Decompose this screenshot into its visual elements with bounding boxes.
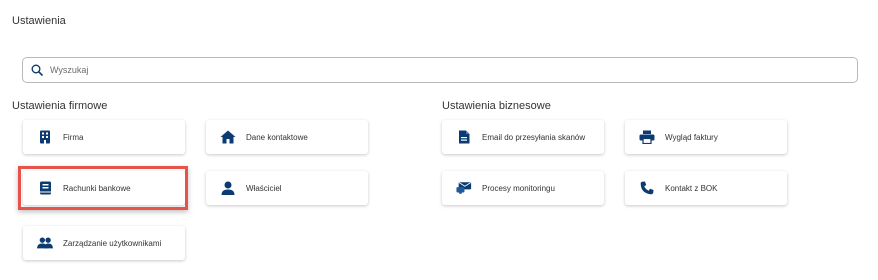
building-icon [37,129,53,145]
mail-monitor-icon [456,180,472,196]
page-title: Ustawienia [12,15,66,27]
phone-icon [639,180,655,196]
card-label: Procesy monitoringu [482,183,555,193]
card-procesy-monitoringu[interactable]: Procesy monitoringu [442,171,604,205]
card-dane-kontaktowe[interactable]: Dane kontaktowe [206,120,368,154]
search-icon [31,64,43,76]
section-title-company: Ustawienia firmowe [12,100,108,112]
search-input[interactable] [48,64,752,76]
section-title-business: Ustawienia biznesowe [442,100,551,112]
users-icon [37,235,53,251]
card-label: Dane kontaktowe [246,132,308,142]
person-icon [220,180,236,196]
card-email-skanow[interactable]: Email do przesyłania skanów [442,120,604,154]
card-label: Firma [63,132,84,142]
card-wyglad-faktury[interactable]: Wygląd faktury [625,120,787,154]
printer-icon [639,129,655,145]
card-zarzadzanie-uzytkownikami[interactable]: Zarządzanie użytkownikami [23,226,185,260]
card-label: Kontakt z BOK [665,183,718,193]
card-wlasciciel[interactable]: Właściciel [206,171,368,205]
card-label: Zarządzanie użytkownikami [63,238,162,248]
card-label: Wygląd faktury [665,132,718,142]
card-kontakt-z-bok[interactable]: Kontakt z BOK [625,171,787,205]
search-bar[interactable] [22,57,858,83]
card-label: Email do przesyłania skanów [482,132,586,142]
card-label: Właściciel [246,183,282,193]
card-firma[interactable]: Firma [23,120,185,154]
home-icon [220,129,236,145]
document-icon [456,129,472,145]
highlight-frame [18,166,188,210]
